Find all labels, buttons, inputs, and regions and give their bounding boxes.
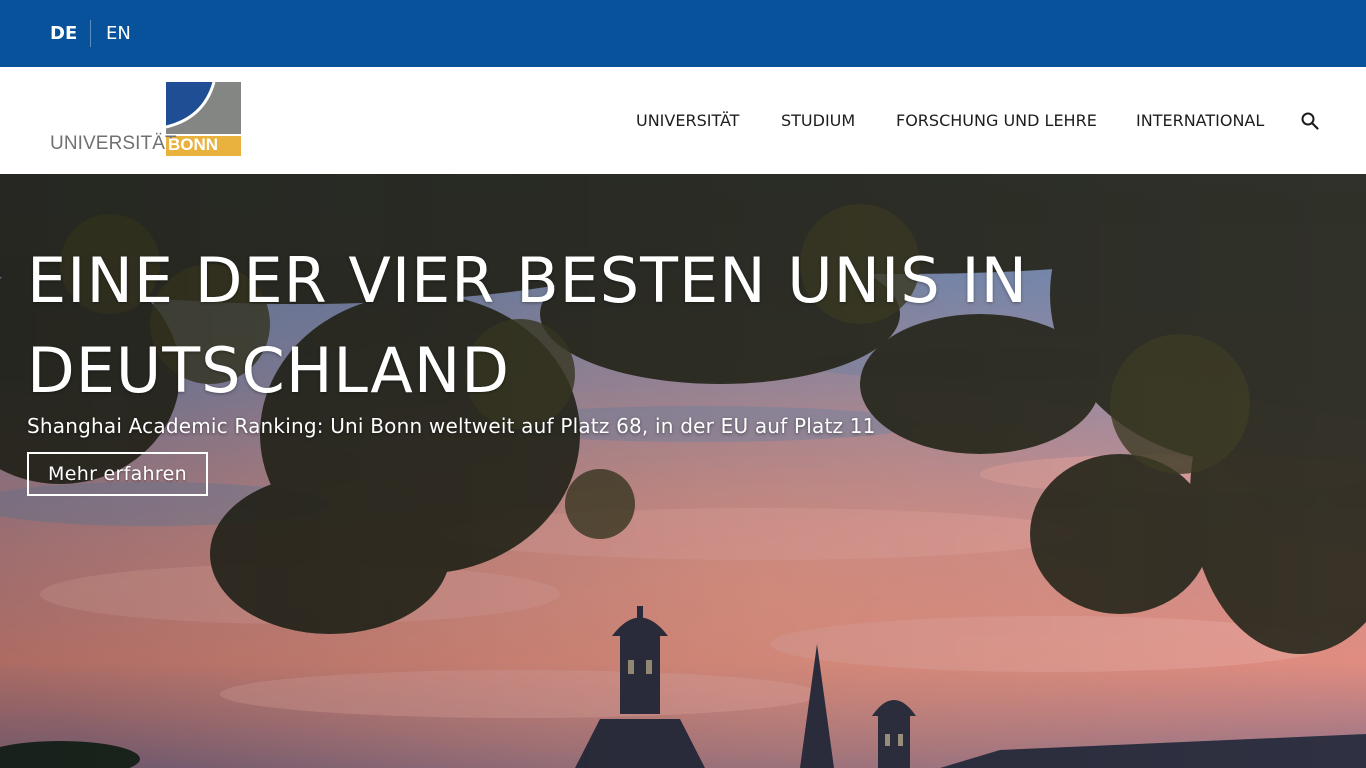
- nav-item-universitaet[interactable]: UNIVERSITÄT: [636, 110, 739, 132]
- site-header: UNIVERSITÄT BONN UNIVERSITÄT STUDIUM FOR…: [0, 67, 1366, 174]
- search-icon[interactable]: [1300, 111, 1320, 131]
- hero-subtitle: Shanghai Academic Ranking: Uni Bonn welt…: [27, 414, 876, 438]
- mehr-erfahren-button[interactable]: Mehr erfahren: [27, 452, 208, 496]
- language-bar: DE EN: [0, 0, 1366, 67]
- language-divider: [90, 20, 91, 47]
- logo-wordmark-bonn: BONN: [168, 135, 219, 154]
- hero-banner: EINE DER VIER BESTEN UNIS IN DEUTSCHLAND…: [0, 174, 1366, 768]
- nav-item-international[interactable]: INTERNATIONAL: [1136, 110, 1264, 132]
- hero-title: EINE DER VIER BESTEN UNIS IN DEUTSCHLAND: [27, 244, 1029, 407]
- nav-item-studium[interactable]: STUDIUM: [781, 110, 855, 132]
- language-de-link[interactable]: DE: [50, 22, 77, 46]
- logo-wordmark-universitaet: UNIVERSITÄT: [50, 133, 177, 154]
- university-logo[interactable]: UNIVERSITÄT BONN: [50, 82, 241, 158]
- nav-item-forschung-und-lehre[interactable]: FORSCHUNG UND LEHRE: [896, 110, 1097, 132]
- language-en-link[interactable]: EN: [106, 22, 131, 46]
